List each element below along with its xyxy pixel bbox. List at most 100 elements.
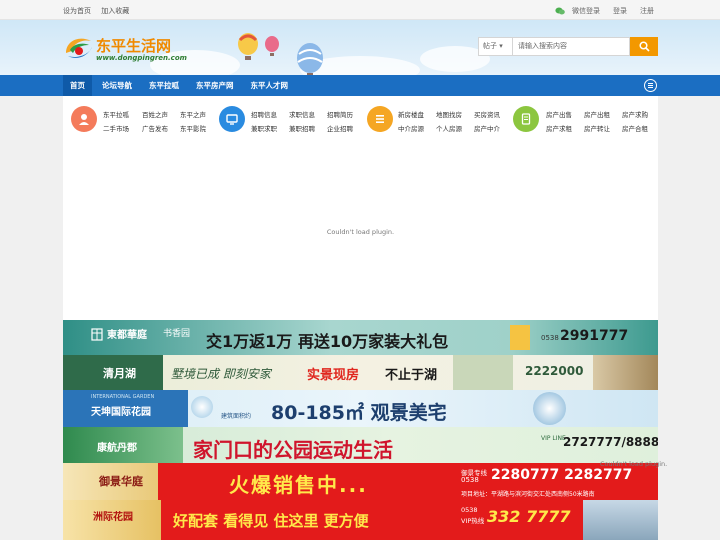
- top-bar-right: 微信登录 登录 注册: [555, 6, 654, 16]
- banner-area-code: 0538: [541, 334, 559, 342]
- quick-group-community: 东平拉呱 二手市场 百姓之声 广告发布 东平之声 东平影院: [63, 96, 211, 142]
- register-link[interactable]: 注册: [640, 6, 654, 16]
- nav-item-home[interactable]: 首页: [63, 75, 92, 96]
- plugin-placeholder: Couldn't load plugin.: [63, 142, 658, 320]
- quick-link[interactable]: 房产出租: [584, 109, 610, 119]
- banner-sub: 建筑面积约: [221, 413, 252, 420]
- banner-headline: 交1万返1万 再送10万家装大礼包: [206, 332, 449, 351]
- nav-item-realestate[interactable]: 东平房产网: [189, 75, 241, 96]
- search-icon: [638, 41, 650, 52]
- ad-banner-kanghang[interactable]: 康航丹郡 家门口的公园运动生活 VIP LINE 2727777/8888: [63, 427, 658, 463]
- banner-headline: 家门口的公园运动生活: [193, 438, 393, 462]
- quick-link[interactable]: 招聘信息: [251, 109, 277, 119]
- main-nav: 首页 论坛导航 东平拉呱 东平房产网 东平人才网: [0, 75, 720, 96]
- banner-brand: 清月湖: [103, 367, 136, 380]
- login-link[interactable]: 登录: [613, 6, 627, 16]
- banner-area-code: 0538: [461, 476, 479, 484]
- quick-link[interactable]: 东平之声: [180, 109, 206, 119]
- quick-link[interactable]: 个人房源: [436, 123, 462, 133]
- plugin-error-message: Couldn't load plugin.: [600, 460, 668, 468]
- banner-headline: 火爆销售中...: [229, 473, 368, 497]
- building-logo-icon: [91, 328, 103, 341]
- banner-headline: 好配套 看得见 住这里 更方便: [173, 512, 369, 530]
- search-button[interactable]: [630, 37, 658, 56]
- ad-banner-dongdu[interactable]: 東都華庭 书香园 交1万返1万 再送10万家装大礼包 0538 2991777: [63, 320, 658, 355]
- menu-icon[interactable]: [644, 79, 657, 92]
- plugin-error-message: Couldn't load plugin.: [326, 228, 395, 236]
- add-favorite-link[interactable]: 加入收藏: [101, 7, 129, 15]
- logo-url: www.dongpingren.com: [96, 54, 187, 62]
- nav-item-jobs[interactable]: 东平人才网: [244, 75, 296, 96]
- banner-hotline-label: VIP热线: [461, 517, 485, 525]
- wechat-login-link[interactable]: 微信登录: [572, 6, 600, 16]
- site-header: 东平生活网 www.dongpingren.com 帖子 ▾ 请输入搜索内容: [0, 20, 720, 75]
- banner-tower-image: [583, 500, 658, 540]
- quick-link[interactable]: 二手市场: [103, 123, 129, 133]
- top-bar-left: 设为首页 加入收藏: [63, 6, 137, 16]
- ad-banner-yujing[interactable]: 御景华庭 火爆销售中... 御景专线 0538 2280777 2282777 …: [63, 463, 658, 500]
- banner-headline: 墅境已成 即刻安家: [171, 367, 271, 381]
- banner-phone: 2280777 2282777: [491, 467, 633, 483]
- nav-item-forum[interactable]: 论坛导航: [95, 75, 139, 96]
- banner-brand: 天坤国际花园: [91, 407, 151, 418]
- banner-sphere-decoration: [191, 396, 213, 418]
- quick-link[interactable]: 买房资讯: [474, 109, 500, 119]
- banner-brand: 康航丹郡: [97, 443, 137, 454]
- quick-link[interactable]: 房产求购: [622, 109, 648, 119]
- banner-area-code: 0538: [461, 506, 478, 514]
- list-icon: [367, 106, 393, 132]
- user-icon: [71, 106, 97, 132]
- nav-item-chat[interactable]: 东平拉呱: [142, 75, 186, 96]
- wechat-icon[interactable]: [555, 7, 565, 15]
- ad-banner-zhouji[interactable]: 洲际花园 好配套 看得见 住这里 更方便 0538 VIP热线 332 7777: [63, 500, 658, 540]
- banner-tagline: 不止于湖: [385, 368, 438, 383]
- balloons-decoration: [238, 33, 323, 75]
- quick-link[interactable]: 地图找房: [436, 109, 462, 119]
- document-icon: [513, 106, 539, 132]
- quick-link[interactable]: 广告发布: [142, 123, 168, 133]
- top-bar: 设为首页 加入收藏 微信登录 登录 注册: [0, 0, 720, 20]
- quick-link[interactable]: 房产转让: [584, 123, 610, 133]
- quick-link[interactable]: 东平影院: [180, 123, 206, 133]
- quick-link[interactable]: 中介房源: [398, 123, 424, 133]
- set-home-link[interactable]: 设为首页: [63, 7, 91, 15]
- quick-links-panel: 东平拉呱 二手市场 百姓之声 广告发布 东平之声 东平影院 招聘信息 兼职求职 …: [63, 96, 658, 142]
- search-input[interactable]: 请输入搜索内容: [512, 37, 630, 56]
- gift-box-decoration: [510, 325, 530, 350]
- quick-link[interactable]: 房产中介: [474, 123, 500, 133]
- logo-title: 东平生活网: [96, 37, 172, 55]
- banner-phone: 332 7777: [487, 507, 571, 526]
- quick-link[interactable]: 百姓之声: [142, 109, 168, 119]
- quick-link[interactable]: 房产出售: [546, 109, 572, 119]
- quick-group-jobs: 招聘信息 兼职求职 求职信息 兼职招聘 招聘简历 企业招聘: [211, 96, 359, 142]
- banner-brand: 東都華庭: [107, 330, 147, 341]
- banner-villa-image: [453, 355, 513, 390]
- search-bar: 帖子 ▾ 请输入搜索内容: [478, 37, 658, 56]
- quick-link[interactable]: 房产合租: [622, 123, 648, 133]
- banner-brand: 洲际花园: [93, 512, 133, 523]
- quick-link[interactable]: 兼职求职: [251, 123, 277, 133]
- quick-link[interactable]: 东平拉呱: [103, 109, 129, 119]
- monitor-icon: [219, 106, 245, 132]
- ad-banner-qingyuehu[interactable]: 清月湖 墅境已成 即刻安家 实景现房 不止于湖 2222000: [63, 355, 658, 390]
- search-type-select[interactable]: 帖子 ▾: [478, 37, 512, 56]
- banner-sphere-decoration: [533, 392, 566, 425]
- banner-address: 项目地址：平湖路与滨河街交汇处西南侧50米路南: [461, 491, 595, 498]
- quick-link[interactable]: 房产求租: [546, 123, 572, 133]
- quick-link[interactable]: 招聘简历: [327, 109, 353, 119]
- banner-brand: 御景华庭: [99, 475, 143, 488]
- quick-link[interactable]: 新房楼盘: [398, 109, 424, 119]
- quick-group-property: 房产出售 房产求租 房产出租 房产转让 房产求购 房产合租: [507, 96, 658, 142]
- ad-banner-tiankun[interactable]: INTERNATIONAL GARDEN 天坤国际花园 建筑面积约 80-185…: [63, 390, 658, 427]
- banner-brand-secondary: 书香园: [163, 329, 191, 339]
- search-type-label: 帖子: [483, 42, 497, 50]
- site-logo[interactable]: 东平生活网 www.dongpingren.com: [63, 33, 193, 69]
- quick-link[interactable]: 求职信息: [289, 109, 315, 119]
- quick-link[interactable]: 兼职招聘: [289, 123, 315, 133]
- banner-phone: 2222000: [525, 364, 584, 378]
- quick-link[interactable]: 企业招聘: [327, 123, 353, 133]
- quick-group-housing: 新房楼盘 中介房源 地图找房 个人房源 买房资讯 房产中介: [359, 96, 507, 142]
- banner-phone: 2991777: [560, 328, 629, 344]
- banner-phone: 2727777/8888: [563, 435, 658, 449]
- banner-headline: 80-185㎡ 观景美宅: [271, 402, 447, 424]
